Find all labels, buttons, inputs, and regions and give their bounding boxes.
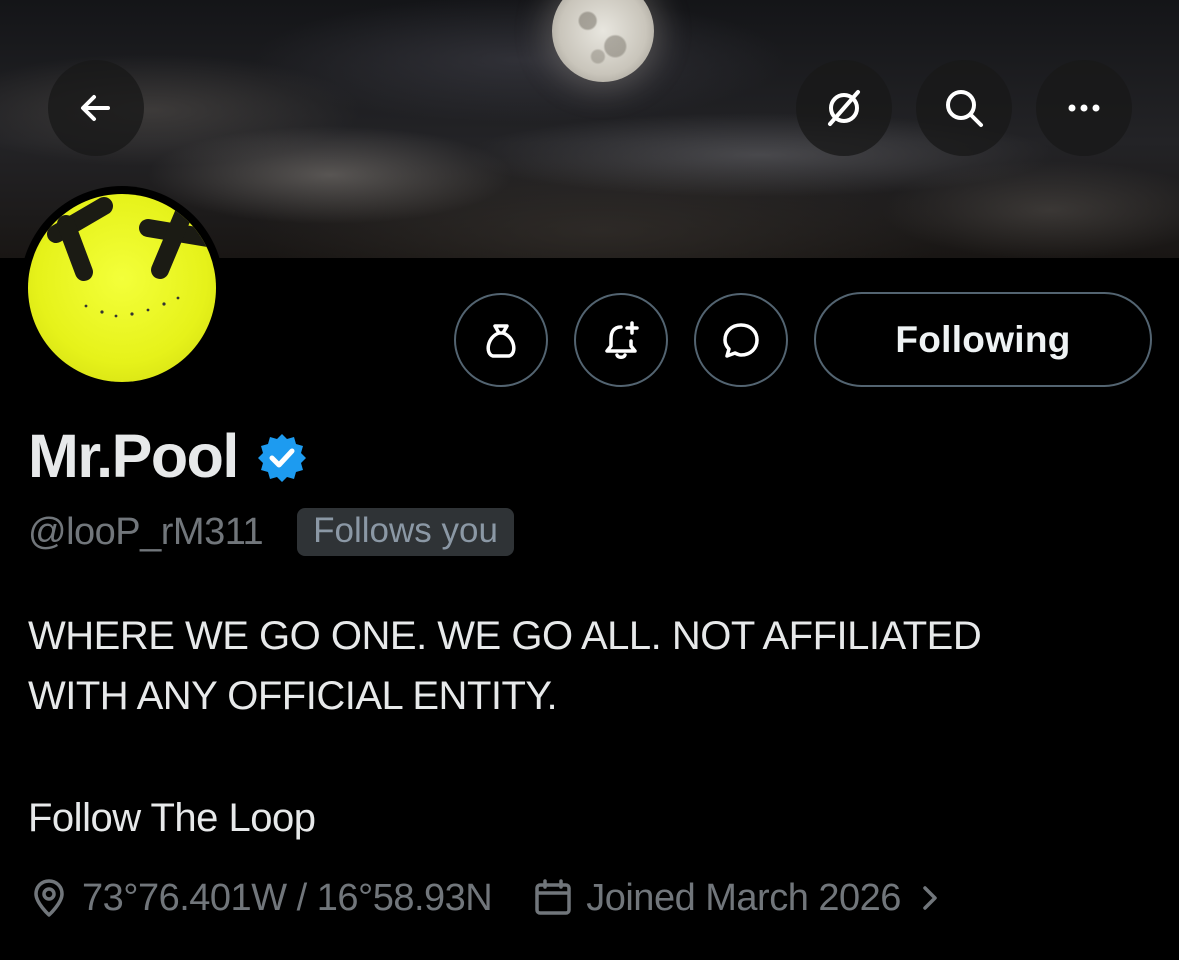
- more-options-button[interactable]: [1036, 60, 1132, 156]
- bio-line: WITH ANY OFFICIAL ENTITY.: [28, 674, 558, 718]
- message-button[interactable]: [694, 293, 788, 387]
- x-eyes-face-icon: [47, 197, 216, 318]
- avatar-image: [28, 194, 216, 382]
- following-button[interactable]: Following: [814, 292, 1152, 387]
- more-icon: [1068, 104, 1100, 112]
- bio: WHERE WE GO ONE. WE GO ALL. NOT AFFILIAT…: [28, 606, 1138, 726]
- chevron-right-icon[interactable]: [915, 883, 945, 913]
- location-text: 73°76.401W / 16°58.93N: [82, 877, 493, 919]
- verified-badge-icon[interactable]: [256, 432, 308, 484]
- bell-plus-icon: [605, 321, 639, 359]
- arrow-left-icon: [81, 95, 110, 121]
- follows-you-badge: Follows you: [297, 508, 514, 556]
- message-bubble-icon: [723, 323, 759, 358]
- calendar-icon: [535, 879, 571, 915]
- bio-line: WHERE WE GO ONE. WE GO ALL. NOT AFFILIAT…: [28, 614, 982, 658]
- back-button[interactable]: [48, 60, 144, 156]
- location-pin-icon: [34, 879, 64, 917]
- grok-icon: [828, 90, 860, 126]
- bio-extra-line: Follow The Loop: [28, 796, 316, 840]
- notifications-button[interactable]: [574, 293, 668, 387]
- grok-profile-button[interactable]: [454, 293, 548, 387]
- handle-row: @looP_rM311 Follows you: [28, 506, 514, 558]
- banner-moon: [552, 0, 654, 82]
- avatar[interactable]: [20, 186, 224, 390]
- profile-meta: 73°76.401W / 16°58.93N Joined March 2026: [28, 872, 945, 924]
- joined-date[interactable]: Joined March 2026: [586, 872, 901, 924]
- bag-icon: [486, 324, 516, 358]
- display-name: Mr.Pool: [28, 422, 239, 490]
- handle: @looP_rM311: [28, 511, 264, 553]
- name-row: Mr.Pool: [28, 420, 308, 492]
- search-icon: [946, 90, 983, 127]
- profile-page: Following Mr.Pool @looP_rM311 Follows yo…: [0, 0, 1179, 960]
- grok-button[interactable]: [796, 60, 892, 156]
- search-button[interactable]: [916, 60, 1012, 156]
